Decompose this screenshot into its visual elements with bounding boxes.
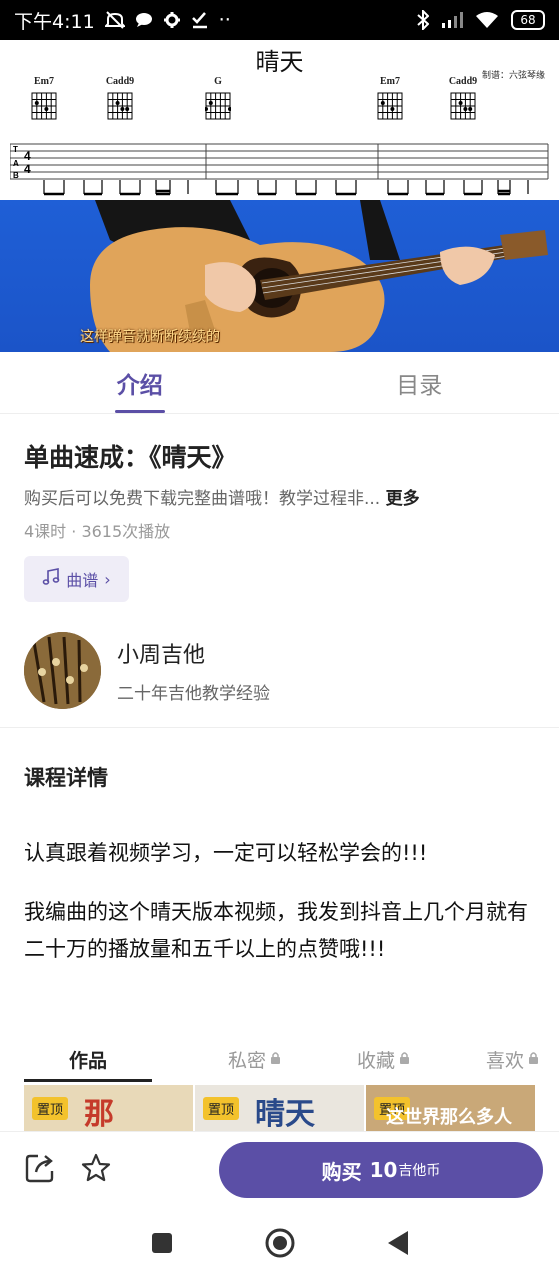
chord-grid-icon (205, 92, 231, 120)
tab-catalog[interactable]: 目录 (280, 352, 559, 413)
thumbnail-text: 那 (84, 1097, 114, 1131)
chord-diagram: Em7 (370, 76, 410, 121)
chord-name: Em7 (34, 76, 54, 87)
buy-label: 购买 (321, 1159, 362, 1184)
svg-text:B: B (13, 171, 19, 180)
course-stats: 4课时 · 3615次播放 (24, 522, 171, 541)
tab-works[interactable]: 作品 (24, 1040, 152, 1082)
avatar[interactable] (24, 632, 101, 709)
lock-icon (270, 1048, 281, 1070)
video-subtitle: 这样弹音就断断续续的 (80, 329, 220, 345)
chord-grid-icon (450, 92, 476, 120)
works-thumbnails: 置顶 那 置顶 晴天 置顶 这世界那么多人 (24, 1085, 535, 1131)
content-tabs: 介绍 目录 (0, 352, 559, 414)
video-player[interactable]: 这样弹音就断断续续的 (0, 200, 559, 352)
buy-button[interactable]: 购买 10 吉他币 (219, 1142, 543, 1198)
system-nav-bar (0, 1209, 559, 1280)
back-icon[interactable] (386, 1230, 410, 1260)
teacher-bio: 二十年吉他教学经验 (117, 684, 270, 704)
status-bar: 下午4:11 ·· 68 (0, 0, 559, 40)
chat-icon (135, 12, 153, 28)
share-icon[interactable] (24, 1152, 56, 1188)
score-button-label: 曲谱 (66, 571, 99, 590)
teacher-name: 小周吉他 (117, 643, 206, 668)
recent-apps-icon[interactable] (150, 1231, 174, 1259)
sheet-credit: 制谱：六弦琴缘 (481, 71, 545, 81)
detail-heading: 课程详情 (24, 766, 108, 790)
chord-grid-icon (377, 92, 403, 120)
lock-icon (528, 1048, 539, 1070)
video-thumbnail[interactable]: 置顶 那 (24, 1085, 193, 1131)
svg-text:A: A (13, 159, 19, 168)
gear-icon (163, 11, 181, 29)
chord-grid-icon (31, 92, 57, 120)
tab-likes[interactable]: 喜欢 (486, 1040, 539, 1078)
chord-name: Cadd9 (105, 76, 135, 87)
svg-text:T: T (13, 145, 18, 154)
lock-icon (399, 1048, 410, 1070)
avatar-image (24, 632, 101, 709)
tab-sheet: 晴天 制谱：六弦琴缘 Em7 Cadd9 G Em7 Cadd9 T A B 4… (0, 40, 559, 200)
chord-diagram: Cadd9 (443, 76, 483, 121)
course-title: 单曲速成：《晴天》 (24, 443, 237, 472)
course-description-text: 购买后可以免费下载完整曲谱哦！教学过程非... (24, 489, 381, 509)
detail-paragraph: 我编曲的这个晴天版本视频，我发到抖音上几个月就有二十万的播放量和五千以上的点赞哦… (24, 900, 528, 961)
chord-grid-icon (107, 92, 133, 120)
bottom-action-bar: 购买 10 吉他币 (0, 1131, 559, 1209)
tab-favorites-label: 收藏 (356, 1049, 395, 1072)
chord-name: Cadd9 (448, 76, 478, 87)
score-button[interactable]: 曲谱 › (24, 556, 129, 602)
status-time: 下午4:11 (14, 10, 95, 33)
more-link[interactable]: 更多 (386, 489, 420, 509)
wifi-icon (475, 11, 499, 29)
chord-name: Em7 (380, 76, 400, 87)
course-description: 购买后可以免费下载完整曲谱哦！教学过程非... 更多 (24, 484, 420, 509)
pinned-badge: 置顶 (32, 1097, 69, 1120)
tab-intro[interactable]: 介绍 (0, 352, 280, 413)
sheet-title: 晴天 (255, 48, 304, 76)
check-icon (191, 11, 209, 29)
thumbnail-text: 晴天 (255, 1097, 315, 1131)
pinned-badge: 置顶 (203, 1097, 240, 1120)
buy-price: 10 (369, 1158, 398, 1182)
tab-staff: TAB 44 (10, 143, 549, 196)
svg-text:4: 4 (24, 149, 31, 163)
home-icon[interactable] (264, 1227, 296, 1263)
chord-diagram: Em7 (24, 76, 64, 121)
chord-diagram: Cadd9 (100, 76, 140, 121)
video-thumbnail[interactable]: 置顶 这世界那么多人 (366, 1085, 535, 1131)
divider (0, 727, 559, 728)
teacher-card[interactable]: 小周吉他 二十年吉他教学经验 (24, 632, 270, 709)
chord-diagram: G (198, 76, 238, 121)
chevron-right-icon: › (104, 569, 111, 589)
status-more: ·· (218, 9, 231, 31)
tab-works-label: 作品 (68, 1049, 107, 1072)
buy-currency: 吉他币 (398, 1163, 441, 1179)
mute-icon (104, 11, 125, 29)
battery-icon: 68 (511, 10, 545, 30)
works-tabs: 作品 私密 收藏 喜欢 (24, 1040, 539, 1082)
tab-likes-label: 喜欢 (485, 1049, 524, 1072)
star-icon[interactable] (80, 1152, 112, 1188)
app-root: 下午4:11 ·· 68 晴天 制谱：六弦琴缘 Em7 Cadd9 G Em7 … (0, 0, 559, 1280)
chord-name: G (214, 76, 222, 87)
video-thumbnail[interactable]: 置顶 晴天 (195, 1085, 364, 1131)
svg-text:4: 4 (24, 162, 31, 176)
tab-favorites[interactable]: 收藏 (357, 1040, 410, 1078)
bluetooth-icon (417, 10, 429, 30)
detail-paragraph: 认真跟着视频学习，一定可以轻松学会的!!! (24, 841, 428, 865)
music-note-icon (42, 568, 60, 590)
signal-icon (441, 11, 463, 29)
thumbnail-text: 这世界那么多人 (386, 1107, 512, 1128)
tab-private[interactable]: 私密 (228, 1040, 281, 1078)
tab-private-label: 私密 (227, 1049, 266, 1072)
